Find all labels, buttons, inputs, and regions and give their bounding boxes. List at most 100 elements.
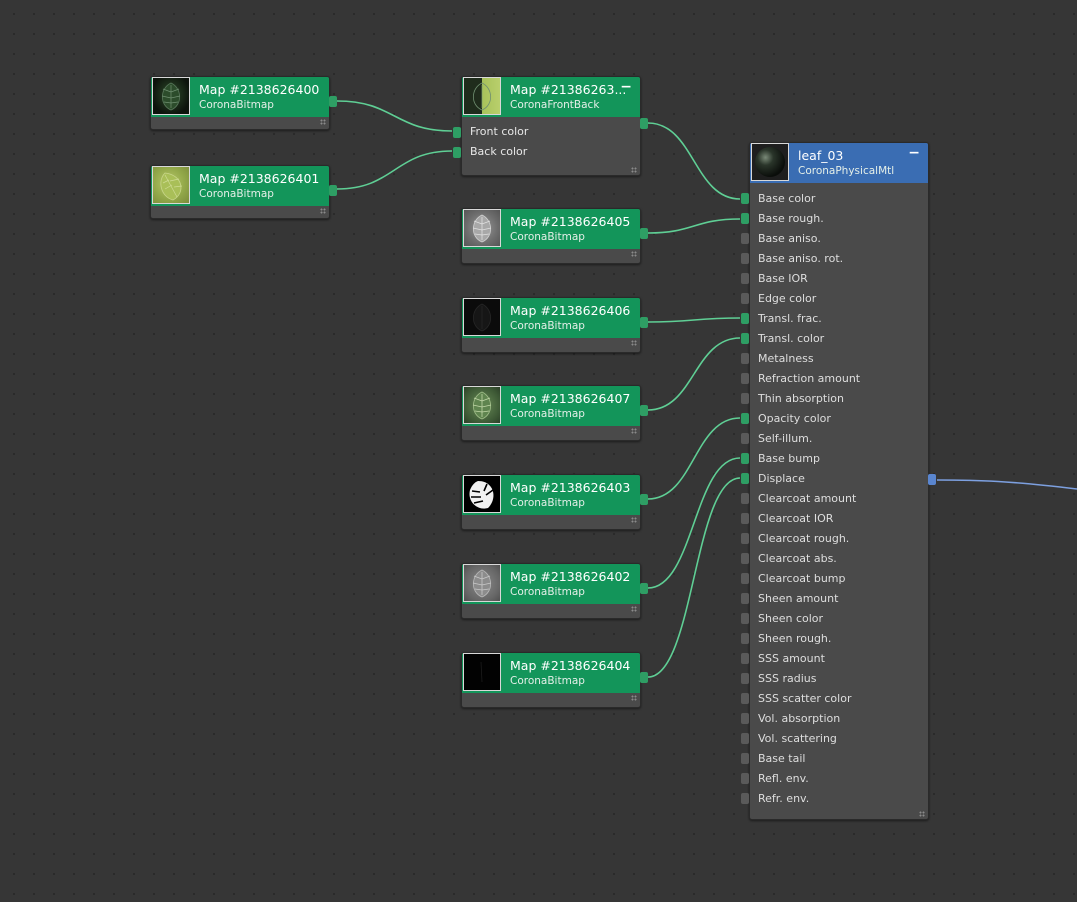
input-port-opacity-color[interactable] [741,413,749,424]
input-socket-sheen-amount: Sheen amount [758,592,839,605]
node-title: Map #2138626404 [510,658,631,673]
input-port-base-rough[interactable] [741,213,749,224]
input-socket-edge-color: Edge color [758,292,817,305]
input-socket-base-aniso: Base aniso. [758,232,821,245]
input-socket-back-color: Back color [470,145,528,158]
input-port-thin-absorption[interactable] [741,393,749,404]
wire-map401-to-back-color[interactable] [336,150,453,190]
input-socket-vol-absorption: Vol. absorption [758,712,841,725]
input-port-sheen-rough[interactable] [741,633,749,644]
input-port-metalness[interactable] [741,353,749,364]
input-port-refraction-amount[interactable] [741,373,749,384]
output-port[interactable] [640,228,648,239]
input-port-clearcoat-ior[interactable] [741,513,749,524]
input-port-base-aniso-rot[interactable] [741,253,749,264]
input-port-clearcoat-rough[interactable] [741,533,749,544]
output-port[interactable] [640,405,648,416]
input-port-transl-color[interactable] [741,333,749,344]
resize-grip-icon[interactable] [631,340,637,346]
material-node-leaf-03[interactable]: leaf_03 CoronaPhysicalMtl − Base color Ba… [741,142,936,820]
input-port-clearcoat-amount[interactable] [741,493,749,504]
output-port[interactable] [640,583,648,594]
bitmap-node-2138626402[interactable]: Map #2138626402 CoronaBitmap [461,563,648,619]
wire-map403-to-opacity-color[interactable] [647,417,741,500]
input-port-base-color[interactable] [741,193,749,204]
input-socket-opacity-color: Opacity color [758,412,831,425]
input-socket-displace: Displace [758,472,805,485]
frontback-node[interactable]: Map #21386263... CoronaFrontBack − Front… [453,76,648,176]
node-title: leaf_03 [798,148,844,163]
bitmap-node-2138626404[interactable]: Map #2138626404 CoronaBitmap [461,652,648,708]
node-type: CoronaBitmap [510,408,585,420]
wire-map407-to-transl-color[interactable] [647,337,741,411]
node-title: Map #2138626402 [510,569,631,584]
node-title: Map #2138626405 [510,214,631,229]
resize-grip-icon[interactable] [631,251,637,257]
resize-grip-icon[interactable] [320,119,326,125]
input-socket-clearcoat-bump: Clearcoat bump [758,572,846,585]
output-port[interactable] [640,118,648,129]
input-socket-clearcoat-rough: Clearcoat rough. [758,532,850,545]
light-green-leaf-thumbnail [152,166,190,204]
wire-map405-to-base-rough[interactable] [647,218,741,234]
output-port[interactable] [640,494,648,505]
input-port-base-bump[interactable] [741,453,749,464]
input-socket-sss-radius: SSS radius [758,672,817,685]
input-port-vol-absorption[interactable] [741,713,749,724]
input-port-base-tail[interactable] [741,753,749,764]
output-port[interactable] [640,672,648,683]
input-port-edge-color[interactable] [741,293,749,304]
input-port-refr-env[interactable] [741,793,749,804]
input-port-back-color[interactable] [453,147,461,158]
input-port-base-aniso[interactable] [741,233,749,244]
resize-grip-icon[interactable] [631,428,637,434]
wire-map406-to-transl-frac[interactable] [647,317,741,323]
input-socket-clearcoat-amount: Clearcoat amount [758,492,857,505]
material-sphere-thumbnail [751,143,789,181]
input-port-refl-env[interactable] [741,773,749,784]
bitmap-node-2138626403[interactable]: Map #2138626403 CoronaBitmap [461,474,648,530]
input-socket-clearcoat-abs: Clearcoat abs. [758,552,837,565]
input-port-displace[interactable] [741,473,749,484]
white-leaf-mask-thumbnail [463,475,501,513]
output-port[interactable] [329,185,337,196]
bitmap-node-2138626407[interactable]: Map #2138626407 CoronaBitmap [461,385,648,441]
output-port[interactable] [640,317,648,328]
input-port-vol-scattering[interactable] [741,733,749,744]
wire-map404-to-displace[interactable] [647,477,741,678]
collapse-button[interactable]: − [620,79,632,95]
material-output-port[interactable] [928,474,936,485]
resize-grip-icon[interactable] [631,167,637,173]
gray-leaf-thumbnail [463,209,501,247]
collapse-button[interactable]: − [908,145,920,161]
input-port-sss-scatter-color[interactable] [741,693,749,704]
input-port-sss-radius[interactable] [741,673,749,684]
resize-grip-icon[interactable] [320,208,326,214]
bitmap-node-2138626400[interactable]: Map #2138626400 CoronaBitmap [150,76,337,130]
resize-grip-icon[interactable] [631,606,637,612]
input-port-clearcoat-bump[interactable] [741,573,749,584]
input-port-base-ior[interactable] [741,273,749,284]
input-socket-base-aniso-rot: Base aniso. rot. [758,252,844,265]
wire-map402-to-base-bump[interactable] [647,457,741,589]
black-leaf-displace-thumbnail [463,653,501,691]
bitmap-node-2138626405[interactable]: Map #2138626405 CoronaBitmap [461,208,648,264]
input-port-front-color[interactable] [453,127,461,138]
resize-grip-icon[interactable] [631,695,637,701]
input-port-sss-amount[interactable] [741,653,749,664]
resize-grip-icon[interactable] [631,517,637,523]
input-socket-clearcoat-ior: Clearcoat IOR [758,512,834,525]
input-port-sheen-amount[interactable] [741,593,749,604]
wire-frontback-to-base-color[interactable] [647,122,741,200]
input-port-sheen-color[interactable] [741,613,749,624]
input-port-self-illum[interactable] [741,433,749,444]
input-port-clearcoat-abs[interactable] [741,553,749,564]
input-port-transl-frac[interactable] [741,313,749,324]
resize-grip-icon[interactable] [919,811,925,817]
bitmap-node-2138626406[interactable]: Map #2138626406 CoronaBitmap [461,297,648,353]
wire-map400-to-front-color[interactable] [336,100,453,132]
output-port[interactable] [329,96,337,107]
wire-material-output[interactable] [936,479,1077,490]
input-socket-transl-color: Transl. color [758,332,825,345]
bitmap-node-2138626401[interactable]: Map #2138626401 CoronaBitmap [150,165,337,219]
